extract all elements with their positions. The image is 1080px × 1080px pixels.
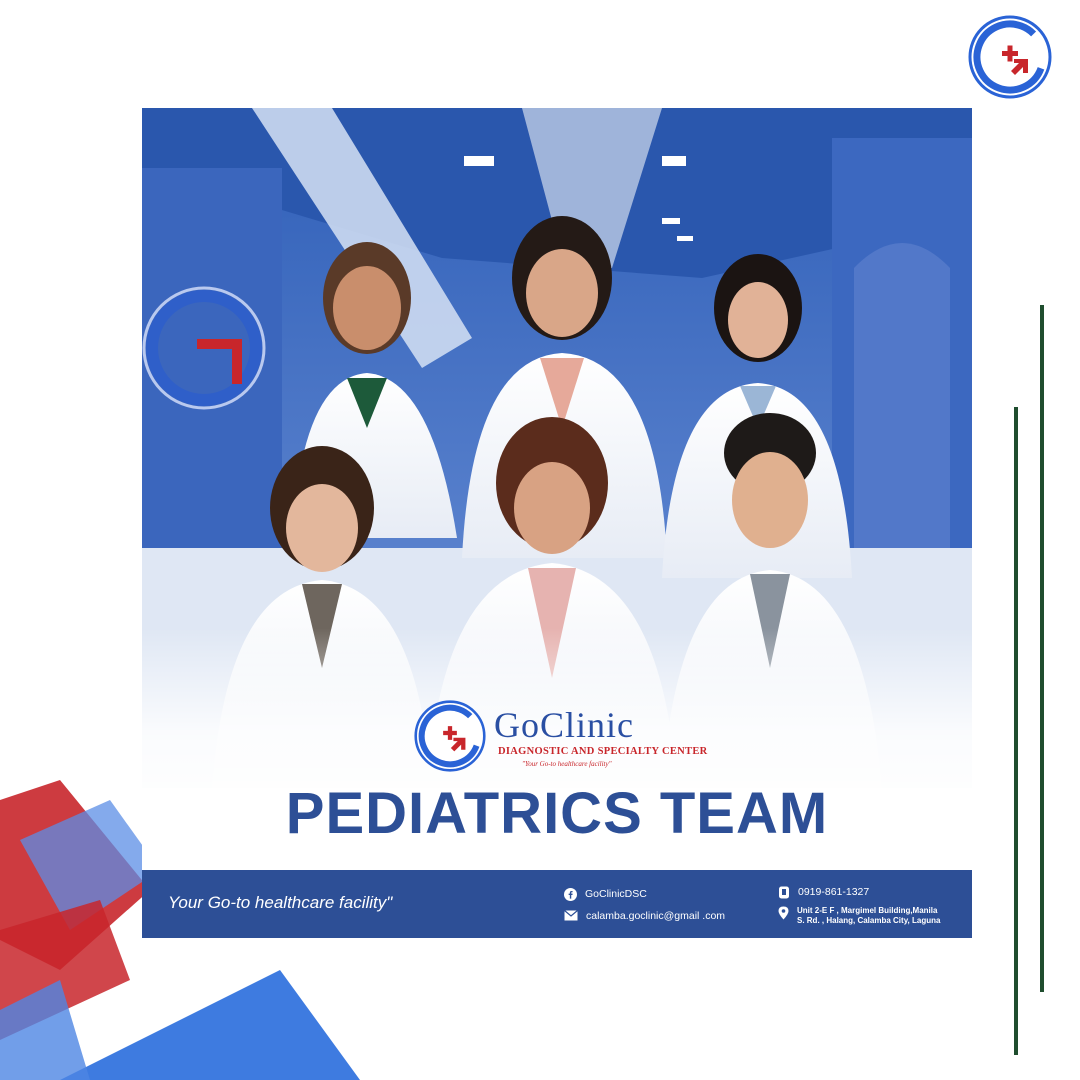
phone-icon bbox=[779, 886, 789, 899]
email-link[interactable]: calamba.goclinic@gmail .com bbox=[564, 910, 725, 922]
facebook-link[interactable]: GoClinicDSC bbox=[564, 888, 647, 901]
brand-name: GoClinic bbox=[494, 705, 634, 745]
footer-tagline: Your Go-to healthcare facility" bbox=[168, 893, 393, 912]
facebook-handle: GoClinicDSC bbox=[585, 888, 647, 900]
page-title: PEDIATRICS TEAM bbox=[285, 781, 829, 846]
address-text: Unit 2-E F , Margimel Building,Manila S.… bbox=[797, 906, 941, 925]
goclinic-logo-icon bbox=[414, 700, 486, 772]
poster: GoClinic DIAGNOSTIC AND SPECIALTY CENTER… bbox=[142, 108, 972, 938]
decor-line-right bbox=[1040, 305, 1044, 992]
email-address: calamba.goclinic@gmail .com bbox=[586, 910, 726, 922]
location-pin-icon bbox=[778, 906, 789, 920]
facebook-icon bbox=[564, 888, 577, 901]
brand-tagline: "Your Go-to healthcare facility" bbox=[522, 760, 612, 768]
address-item: Unit 2-E F , Margimel Building,Manila S.… bbox=[778, 906, 947, 926]
mail-icon bbox=[564, 910, 578, 921]
phone-link[interactable]: 0919-861-1327 bbox=[778, 886, 869, 899]
phone-number: 0919-861-1327 bbox=[798, 886, 870, 898]
brand-subtitle: DIAGNOSTIC AND SPECIALTY CENTER bbox=[498, 746, 708, 757]
brand-lockup: GoClinic DIAGNOSTIC AND SPECIALTY CENTER… bbox=[414, 698, 724, 774]
corner-logo bbox=[968, 15, 1052, 99]
footer-bar: Your Go-to healthcare facility" GoClinic… bbox=[142, 870, 972, 938]
decor-line-left bbox=[1014, 407, 1018, 1055]
